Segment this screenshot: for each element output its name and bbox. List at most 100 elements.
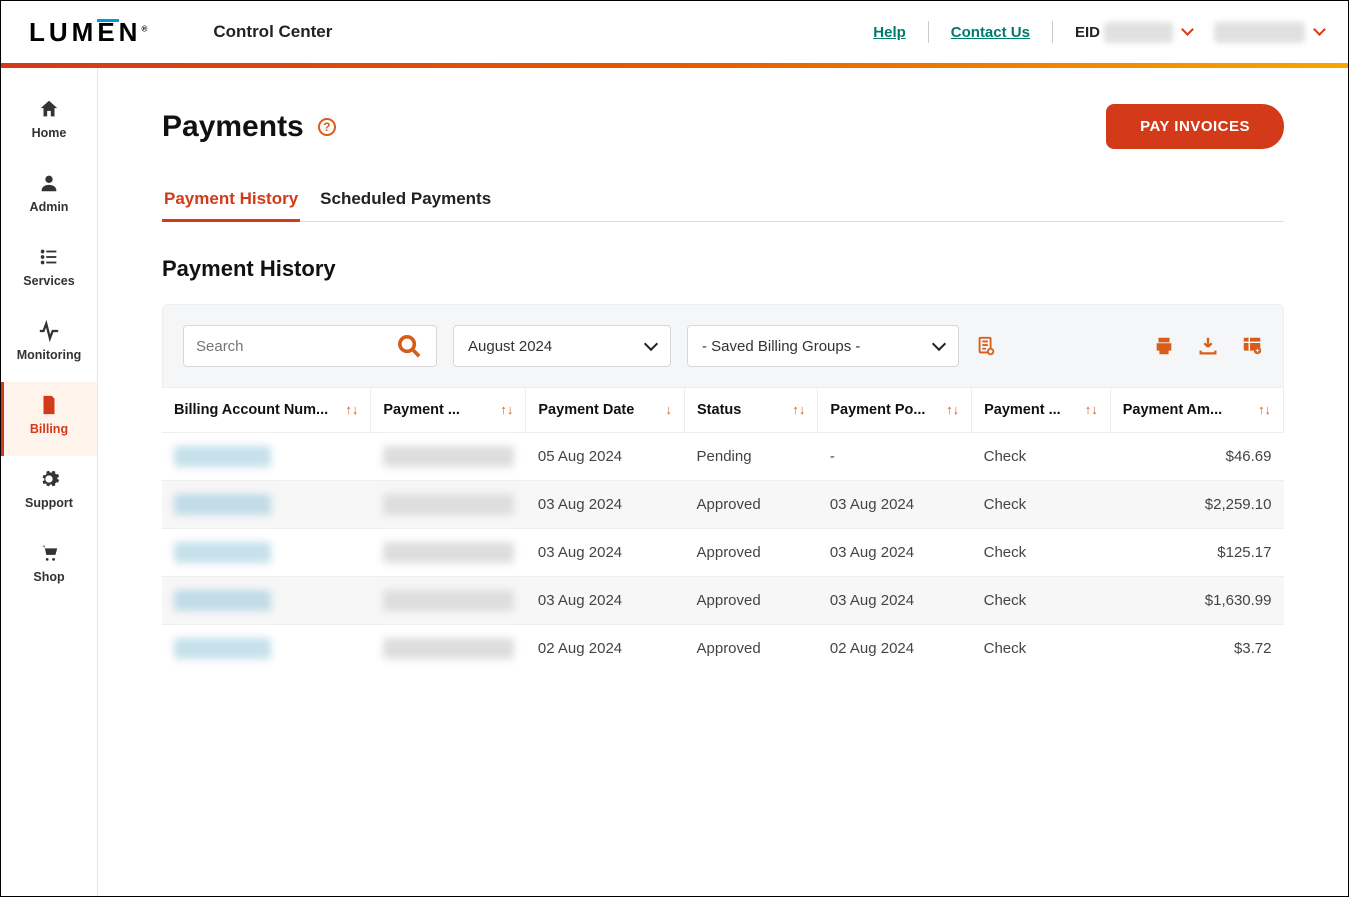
cell-payment-id: xxxxxxxxxx — [371, 577, 526, 625]
cell-amount: $2,259.10 — [1110, 481, 1283, 529]
col-status[interactable]: Status↑↓ — [685, 388, 818, 433]
cell-amount: $125.17 — [1110, 529, 1283, 577]
cell-amount: $3.72 — [1110, 625, 1283, 673]
chevron-down-icon — [1313, 23, 1326, 36]
sidebar-item-shop[interactable]: Shop — [1, 530, 97, 604]
toolbar: August 2024 - Saved Billing Groups - — [162, 304, 1284, 388]
search-input[interactable] — [183, 325, 437, 367]
cell-date: 03 Aug 2024 — [526, 481, 685, 529]
cell-status: Approved — [685, 529, 818, 577]
home-icon — [38, 98, 60, 120]
cell-payment-id: xxxxxxxxxx — [371, 625, 526, 673]
pay-invoices-button[interactable]: PAY INVOICES — [1106, 104, 1284, 149]
cell-account: xxxxxxx — [162, 481, 371, 529]
cell-status: Approved — [685, 625, 818, 673]
sidebar-item-monitoring[interactable]: Monitoring — [1, 308, 97, 382]
table-row[interactable]: xxxxxxxxxxxxxxxxx03 Aug 2024Approved03 A… — [162, 481, 1284, 529]
sidebar-item-admin[interactable]: Admin — [1, 160, 97, 234]
add-group-icon[interactable] — [975, 334, 997, 358]
cell-status: Approved — [685, 577, 818, 625]
user-icon — [38, 172, 60, 194]
dropdown-value: August 2024 — [468, 338, 552, 355]
user-dropdown[interactable]: xxxxxxxxxx — [1214, 24, 1324, 41]
header-right: Help Contact Us EID xxxxxxx xxxxxxxxxx — [873, 21, 1324, 43]
payments-table: Billing Account Num...↑↓ Payment ...↑↓ P… — [162, 388, 1284, 672]
app-name: Control Center — [213, 22, 332, 42]
sidebar-item-support[interactable]: Support — [1, 456, 97, 530]
section-heading: Payment History — [162, 256, 1284, 282]
month-dropdown[interactable]: August 2024 — [453, 325, 671, 367]
sort-icon: ↑↓ — [792, 402, 805, 417]
page-title: Payments — [162, 110, 304, 144]
cell-amount: $1,630.99 — [1110, 577, 1283, 625]
sort-icon: ↑↓ — [1085, 402, 1098, 417]
cell-payment-id: xxxxxxxxxx — [371, 433, 526, 481]
col-billing-account[interactable]: Billing Account Num...↑↓ — [162, 388, 371, 433]
cell-posted: 02 Aug 2024 — [818, 625, 972, 673]
cell-amount: $46.69 — [1110, 433, 1283, 481]
activity-icon — [38, 320, 60, 342]
cell-method: Check — [972, 433, 1111, 481]
cell-date: 05 Aug 2024 — [526, 433, 685, 481]
sort-icon: ↑↓ — [345, 402, 358, 417]
table-row[interactable]: xxxxxxxxxxxxxxxxx03 Aug 2024Approved03 A… — [162, 577, 1284, 625]
sort-icon: ↑↓ — [946, 402, 959, 417]
dropdown-value: - Saved Billing Groups - — [702, 338, 860, 355]
download-icon[interactable] — [1197, 335, 1219, 357]
sidebar-item-label: Admin — [30, 200, 69, 214]
tab-scheduled-payments[interactable]: Scheduled Payments — [318, 181, 493, 221]
cell-method: Check — [972, 481, 1111, 529]
cell-posted: 03 Aug 2024 — [818, 529, 972, 577]
cell-account: xxxxxxx — [162, 577, 371, 625]
cell-account: xxxxxxx — [162, 529, 371, 577]
invoice-icon — [38, 394, 60, 416]
tabs: Payment History Scheduled Payments — [162, 181, 1284, 222]
contact-link[interactable]: Contact Us — [951, 24, 1030, 41]
col-payment-amount[interactable]: Payment Am...↑↓ — [1110, 388, 1283, 433]
cell-account: xxxxxxx — [162, 433, 371, 481]
sort-icon: ↑↓ — [1258, 402, 1271, 417]
list-icon — [38, 246, 60, 268]
cell-method: Check — [972, 529, 1111, 577]
gear-icon — [38, 468, 60, 490]
sidebar-item-label: Shop — [33, 570, 64, 584]
search-icon[interactable] — [395, 332, 424, 361]
col-payment-date[interactable]: Payment Date↓ — [526, 388, 685, 433]
sidebar-item-services[interactable]: Services — [1, 234, 97, 308]
print-icon[interactable] — [1153, 335, 1175, 357]
table-row[interactable]: xxxxxxxxxxxxxxxxx03 Aug 2024Approved03 A… — [162, 529, 1284, 577]
cell-payment-id: xxxxxxxxxx — [371, 481, 526, 529]
help-icon[interactable]: ? — [318, 118, 336, 136]
divider — [1052, 21, 1053, 43]
logo: LUMEN® — [29, 17, 151, 48]
chevron-down-icon — [1181, 23, 1194, 36]
tab-payment-history[interactable]: Payment History — [162, 181, 300, 222]
cell-account: xxxxxxx — [162, 625, 371, 673]
cell-date: 03 Aug 2024 — [526, 529, 685, 577]
cell-posted: 03 Aug 2024 — [818, 481, 972, 529]
sidebar-item-billing[interactable]: Billing — [1, 382, 97, 456]
chevron-down-icon — [644, 337, 658, 351]
search-field[interactable] — [196, 338, 395, 355]
cell-method: Check — [972, 625, 1111, 673]
cell-posted: - — [818, 433, 972, 481]
help-link[interactable]: Help — [873, 24, 906, 41]
eid-dropdown[interactable]: EID xxxxxxx — [1075, 24, 1192, 41]
billing-group-dropdown[interactable]: - Saved Billing Groups - — [687, 325, 959, 367]
sidebar-item-label: Billing — [30, 422, 68, 436]
table-header-row: Billing Account Num...↑↓ Payment ...↑↓ P… — [162, 388, 1284, 433]
table-row[interactable]: xxxxxxxxxxxxxxxxx02 Aug 2024Approved02 A… — [162, 625, 1284, 673]
cell-status: Pending — [685, 433, 818, 481]
col-payment-posted[interactable]: Payment Po...↑↓ — [818, 388, 972, 433]
cell-status: Approved — [685, 481, 818, 529]
table-row[interactable]: xxxxxxxxxxxxxxxxx05 Aug 2024Pending-Chec… — [162, 433, 1284, 481]
col-payment-method[interactable]: Payment ...↑↓ — [972, 388, 1111, 433]
table-settings-icon[interactable] — [1241, 335, 1263, 357]
sidebar-item-label: Services — [23, 274, 74, 288]
header: LUMEN® Control Center Help Contact Us EI… — [1, 1, 1348, 63]
main-content: Payments ? PAY INVOICES Payment History … — [98, 68, 1348, 896]
sidebar-item-label: Support — [25, 496, 73, 510]
col-payment-id[interactable]: Payment ...↑↓ — [371, 388, 526, 433]
sidebar-item-home[interactable]: Home — [1, 86, 97, 160]
chevron-down-icon — [932, 337, 946, 351]
